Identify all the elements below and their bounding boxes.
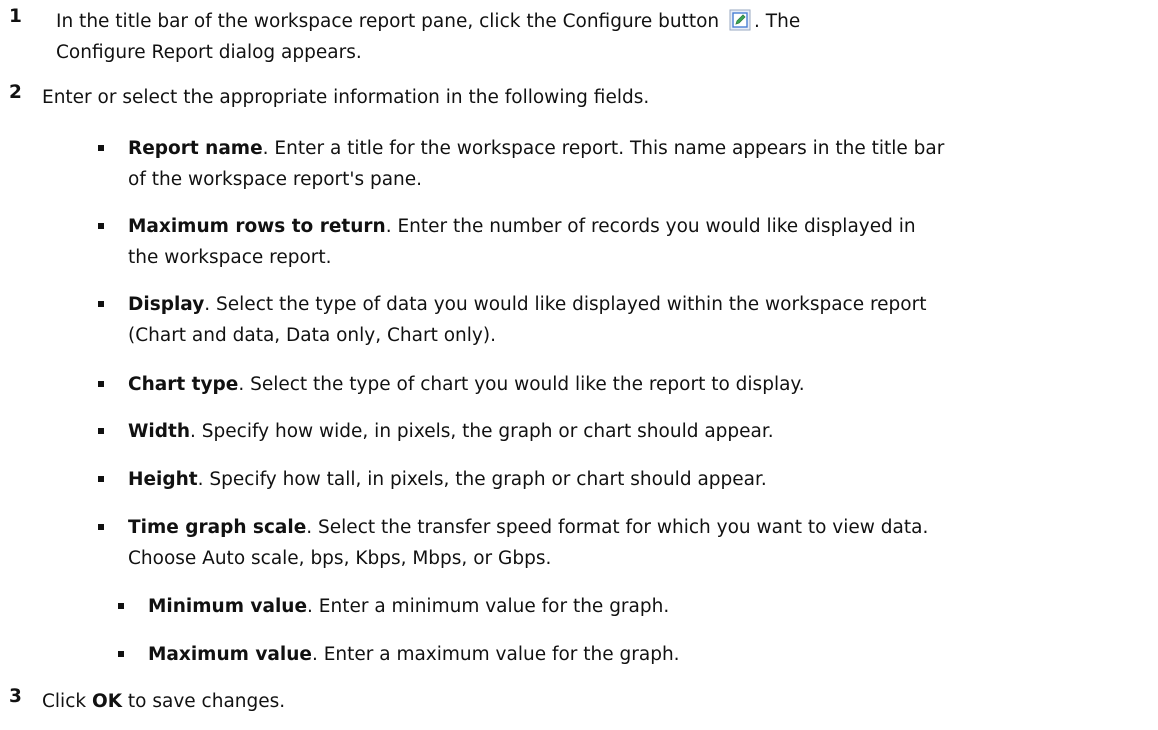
field-term: Height — [128, 469, 198, 490]
bullet-marker — [98, 428, 104, 434]
bullet-marker — [98, 476, 104, 482]
field-term: Width — [128, 421, 191, 442]
bullet-marker — [98, 223, 104, 229]
field-term: Chart type — [128, 374, 239, 395]
field-term: Display — [128, 294, 205, 315]
step-text: In the title bar of the workspace report… — [56, 9, 801, 63]
bullet-marker — [118, 603, 124, 609]
bullet-marker — [118, 651, 124, 657]
step-number: 2 — [9, 82, 22, 103]
step-number: 1 — [9, 6, 22, 27]
step-text: Click OK to save changes. — [42, 691, 286, 712]
field-term: Minimum value — [148, 596, 308, 617]
field-term: Time graph scale — [128, 517, 307, 538]
step-text: Enter or select the appropriate informat… — [42, 87, 650, 108]
ok-button-reference: OK — [91, 691, 123, 712]
configure-button-icon — [729, 9, 751, 31]
field-term: Report name — [128, 138, 263, 159]
bullet-marker — [98, 301, 104, 307]
bullet-marker — [98, 524, 104, 530]
bullet-marker — [98, 381, 104, 387]
step-number: 3 — [9, 686, 22, 707]
help-page: { "steps": [ { "num": "1", "text_before"… — [0, 0, 1158, 730]
bullet-marker — [98, 145, 104, 151]
field-term: Maximum rows to return — [128, 216, 386, 237]
field-term: Maximum value — [148, 644, 312, 665]
